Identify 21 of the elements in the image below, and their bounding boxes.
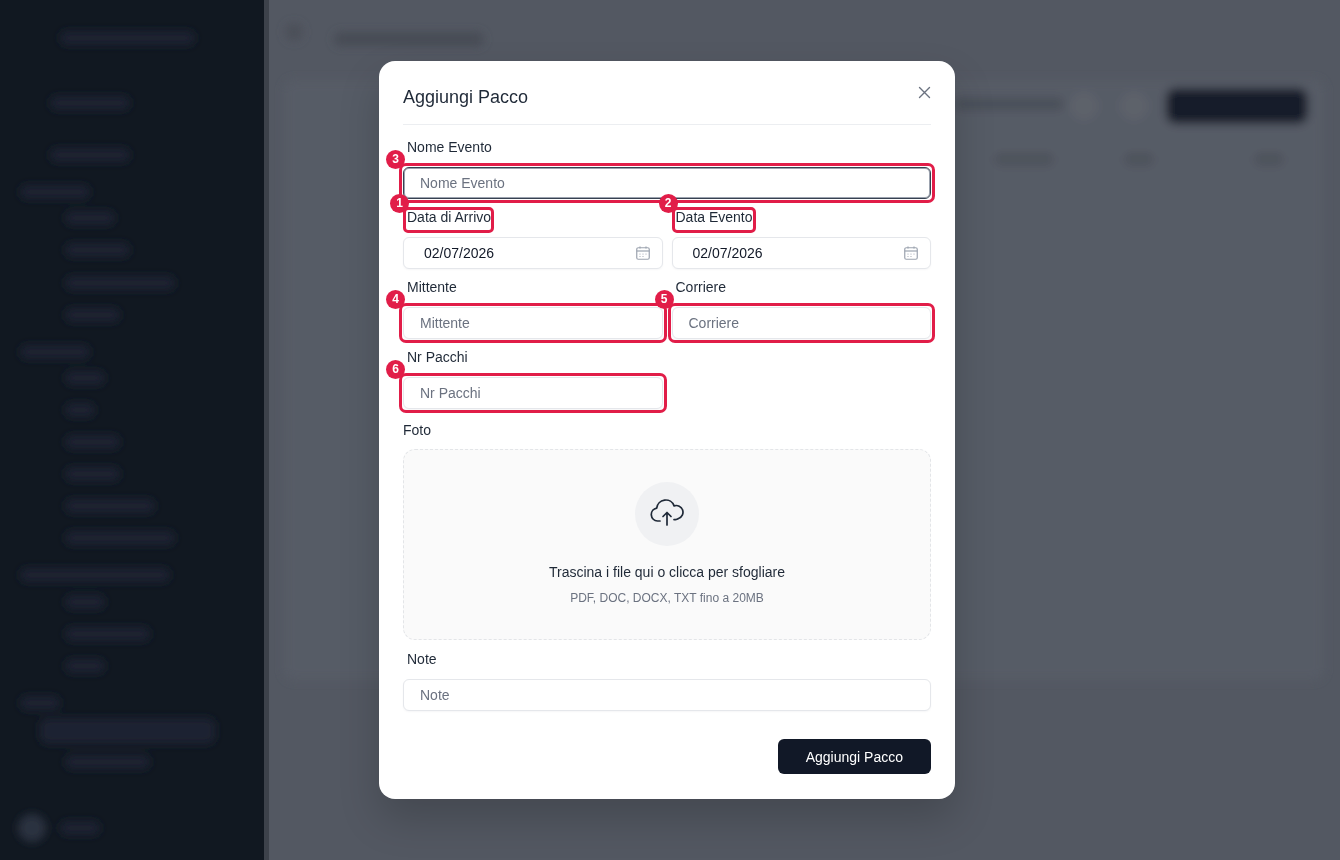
date-input[interactable]: 02/07/2026 (671, 237, 931, 269)
number-badge: 6 (386, 360, 405, 379)
calendar-icon[interactable] (904, 246, 918, 260)
drop-zone-prompt: Trascina i file qui o clicca per sfogliare (549, 563, 785, 582)
number-badge: 1 (390, 194, 409, 213)
number-badge: 5 (654, 290, 674, 309)
file-type-hint: PDF, DOC, DOCX, TXT fino a 20MB (570, 590, 764, 606)
calendar-icon[interactable] (635, 246, 650, 260)
date-input[interactable]: 02/07/2026 (403, 237, 663, 269)
cloud-upload-icon (635, 482, 699, 546)
field-label: Nr Pacchi (407, 348, 468, 367)
field-label: Data Evento (675, 210, 753, 224)
file-drop-zone[interactable]: Trascina i file qui o clicca per sfogliare PDF, DOC, DOCX, TXT fino a 20MB (403, 449, 931, 640)
field-label: Data di Arrivo (407, 210, 492, 224)
field-label: Corriere (675, 278, 727, 297)
field-label: Foto (403, 422, 431, 438)
field-label: Note (407, 650, 437, 669)
number-badge: 4 (386, 290, 405, 309)
text-input[interactable]: Nome Evento (403, 167, 931, 199)
field-label: Mittente (407, 278, 457, 297)
submit-button[interactable]: Aggiungi Pacco (777, 739, 931, 774)
